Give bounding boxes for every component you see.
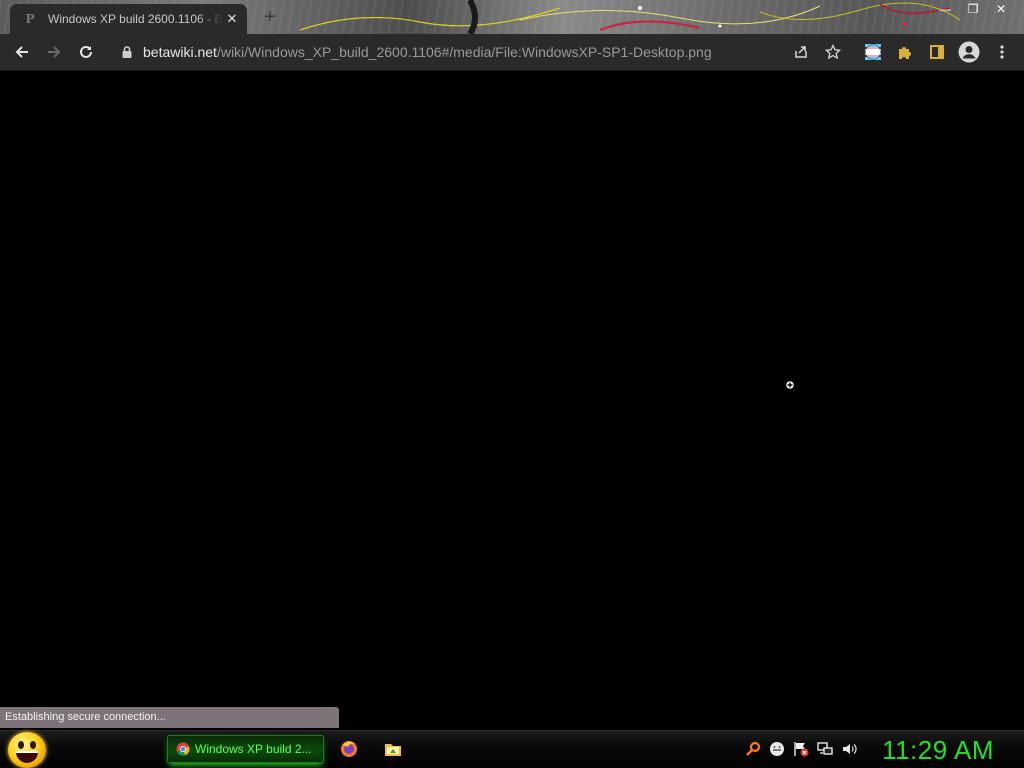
- profile-button[interactable]: [958, 41, 980, 63]
- extensions-button[interactable]: [894, 41, 916, 63]
- menu-icon: [1000, 45, 1004, 59]
- taskbar: Windows XP build 2... 11:29 AM: [0, 730, 1024, 768]
- bookmark-button[interactable]: [822, 41, 844, 63]
- forward-button[interactable]: [43, 41, 65, 63]
- share-icon: [795, 46, 807, 58]
- tray-network[interactable]: [817, 741, 833, 757]
- extensions-puzzle-icon: [899, 47, 911, 59]
- page-content[interactable]: [0, 71, 1024, 730]
- busy-cursor-icon: [785, 380, 795, 390]
- url-host: betawiki.net: [143, 44, 217, 60]
- tab-active[interactable]: P Windows XP build 2600.1106 - BetaWiki …: [10, 4, 247, 34]
- tab-title: Windows XP build 2600.1106 - BetaWiki: [48, 12, 223, 26]
- address-bar[interactable]: betawiki.net/wiki/Windows_XP_build_2600.…: [110, 39, 850, 65]
- smiley-eyes: [17, 741, 37, 751]
- messenger-icon: [770, 742, 784, 756]
- back-icon: [15, 46, 28, 58]
- new-tab-button[interactable]: +: [260, 7, 280, 27]
- browser-toolbar: betawiki.net/wiki/Windows_XP_build_2600.…: [0, 34, 1024, 71]
- start-button[interactable]: [8, 732, 46, 768]
- firefox-icon[interactable]: [340, 740, 358, 758]
- close-window-button[interactable]: ✕: [990, 1, 1012, 17]
- lock-icon[interactable]: [120, 45, 134, 59]
- status-bubble: Establishing secure connection...: [0, 707, 339, 728]
- profile-avatar-icon: [958, 41, 980, 63]
- side-panel-button[interactable]: [926, 41, 948, 63]
- title-bar: P Windows XP build 2600.1106 - BetaWiki …: [0, 0, 1024, 34]
- minimize-button[interactable]: —: [934, 1, 956, 17]
- bookmark-star-icon: [825, 44, 841, 60]
- restore-button[interactable]: ❐: [962, 1, 984, 17]
- forward-icon: [48, 46, 61, 58]
- volume-icon: [843, 744, 857, 754]
- taskbar-item-label: Windows XP build 2...: [195, 742, 312, 756]
- browser-menu-button[interactable]: [991, 41, 1013, 63]
- tray-search[interactable]: [745, 741, 761, 757]
- tab-close-icon[interactable]: ✕: [223, 10, 241, 28]
- extension-flag-icon: [865, 44, 881, 60]
- reload-button[interactable]: [75, 41, 97, 63]
- chrome-icon: [176, 742, 190, 756]
- search-icon: [746, 741, 761, 756]
- url-text: betawiki.net/wiki/Windows_XP_build_2600.…: [143, 44, 712, 60]
- folder-icon[interactable]: [384, 740, 402, 758]
- window-controls: — ❐ ✕: [934, 1, 1012, 17]
- back-button[interactable]: [11, 41, 33, 63]
- network-icon: [817, 742, 833, 755]
- smiley-mouth: [16, 751, 38, 763]
- clock[interactable]: 11:29 AM: [882, 733, 994, 767]
- betawiki-favicon-icon: P: [25, 12, 35, 26]
- screen: P Windows XP build 2600.1106 - BetaWiki …: [0, 0, 1024, 768]
- taskbar-item-chrome[interactable]: Windows XP build 2...: [167, 735, 324, 763]
- extension-flag-button[interactable]: [862, 41, 884, 63]
- share-button[interactable]: [790, 41, 812, 63]
- tray-messenger[interactable]: [769, 741, 785, 757]
- side-panel-icon: [930, 45, 944, 59]
- tray-volume[interactable]: [841, 741, 857, 757]
- reload-icon: [80, 45, 92, 58]
- url-path: /wiki/Windows_XP_build_2600.1106#/media/…: [216, 44, 712, 60]
- tray-action-center[interactable]: [793, 741, 809, 757]
- action-center-flag-icon: [794, 742, 809, 757]
